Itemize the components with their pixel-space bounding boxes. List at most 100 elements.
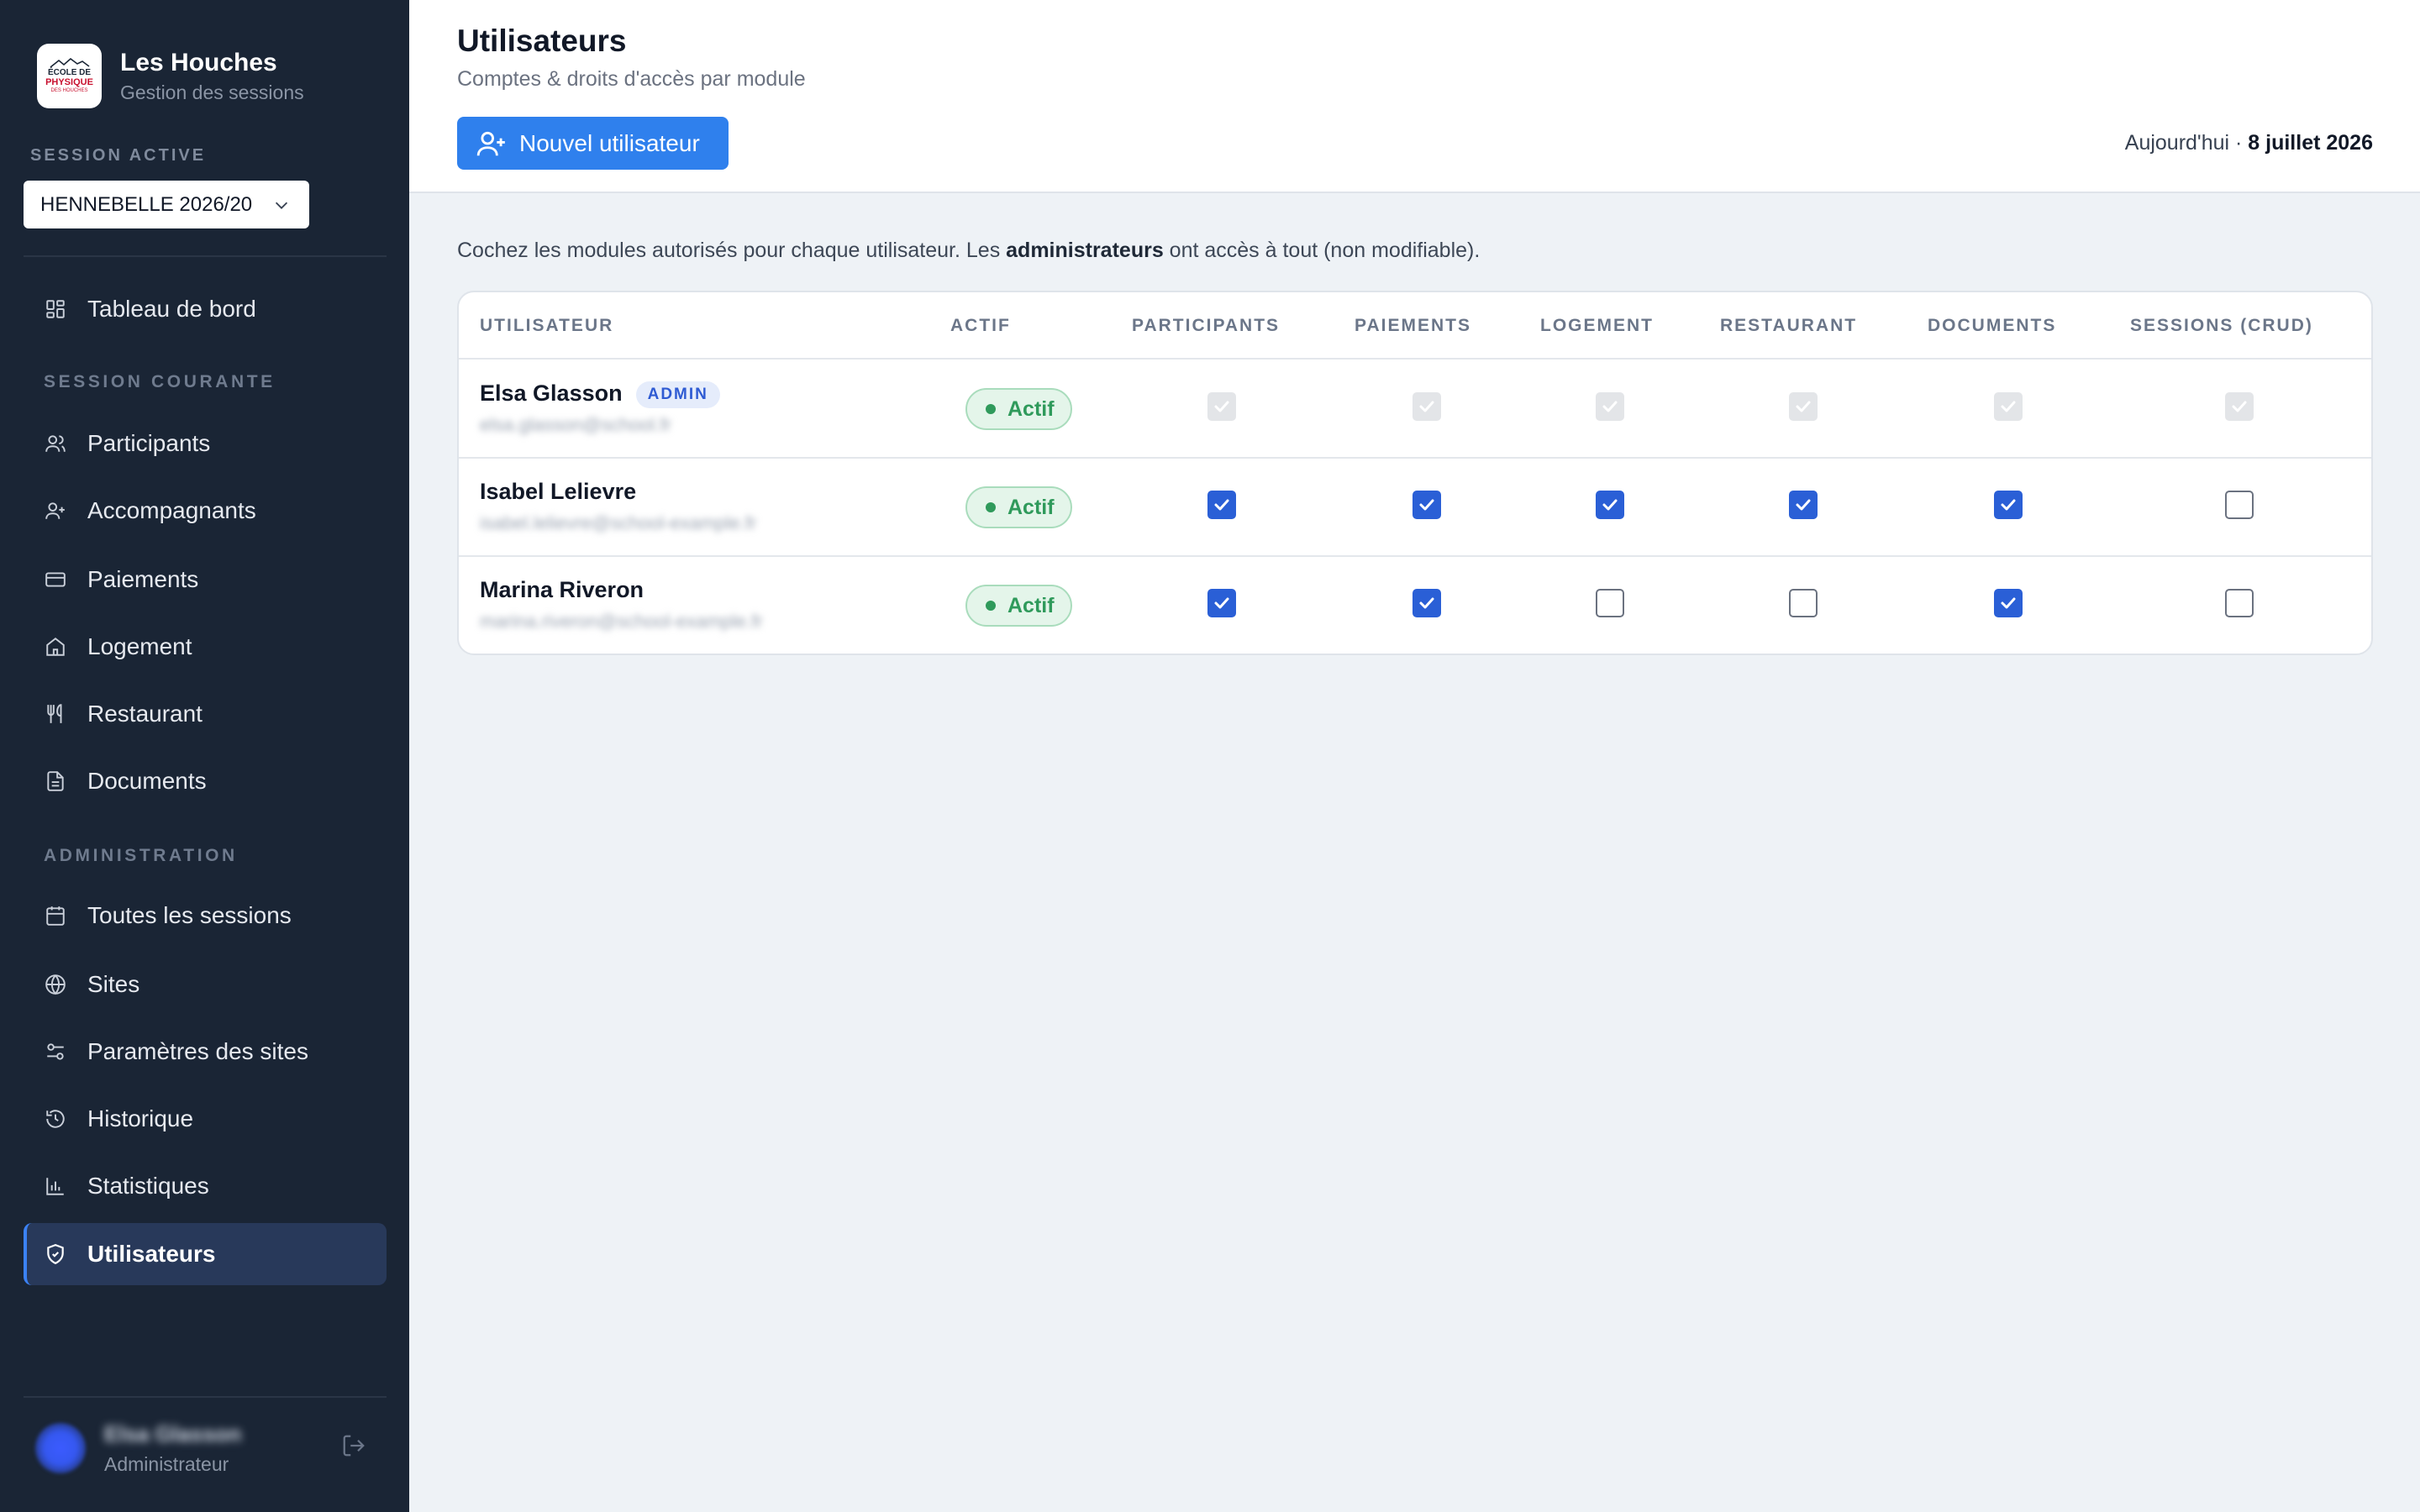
intro-text: Cochez les modules autorisés pour chaque… bbox=[457, 239, 1480, 263]
col-sessions-crud: SESSIONS (CRUD) bbox=[2130, 316, 2313, 335]
checkbox-restaurant[interactable] bbox=[1789, 589, 1818, 617]
nav-stats[interactable]: Statistiques bbox=[24, 1155, 387, 1217]
user-email: marina.riveron@school-example.fr bbox=[480, 611, 763, 632]
status-badge[interactable]: Actif bbox=[965, 585, 1072, 627]
logo-line-3: DES HOUCHES bbox=[50, 88, 88, 93]
checkbox-logement[interactable] bbox=[1596, 491, 1624, 519]
checkbox-paiements[interactable] bbox=[1413, 589, 1441, 617]
brand-title: Les Houches bbox=[120, 49, 277, 76]
checkbox-documents bbox=[1994, 392, 2023, 421]
nav-users[interactable]: Utilisateurs bbox=[24, 1223, 387, 1285]
col-documents: DOCUMENTS bbox=[1928, 316, 2057, 335]
sliders-icon bbox=[44, 1040, 67, 1063]
nav-paiements[interactable]: Paiements bbox=[24, 549, 387, 611]
brand-subtitle: Gestion des sessions bbox=[120, 81, 304, 103]
status-dot bbox=[986, 404, 996, 414]
table-row: Isabel Lelievre isabel.lelievre@school-ex… bbox=[459, 459, 2371, 557]
checkbox-sessions[interactable] bbox=[2225, 589, 2254, 617]
mountain-logo-icon bbox=[50, 58, 89, 68]
status-dot bbox=[986, 502, 996, 512]
nav-site-params[interactable]: Paramètres des sites bbox=[24, 1021, 387, 1083]
checkbox-restaurant bbox=[1789, 392, 1818, 421]
intro-text-2: ont accès à tout (non modifiable). bbox=[1163, 239, 1481, 262]
nav-sites-label: Sites bbox=[87, 971, 140, 997]
logo-line-1: ÉCOLE DE bbox=[47, 68, 92, 77]
nav-participants-label: Participants bbox=[87, 430, 211, 456]
users-icon bbox=[44, 432, 67, 455]
user-name: Isabel Lelievre bbox=[480, 479, 636, 505]
col-participants: PARTICIPANTS bbox=[1132, 316, 1281, 335]
checkbox-sessions bbox=[2225, 392, 2254, 421]
current-user-role: Administrateur bbox=[104, 1453, 229, 1475]
checkbox-participants bbox=[1207, 392, 1236, 421]
nav-documents[interactable]: Documents bbox=[24, 750, 387, 812]
globe-icon bbox=[44, 973, 67, 996]
user-plus-icon bbox=[476, 128, 508, 160]
checkbox-logement[interactable] bbox=[1596, 589, 1624, 617]
user-name-text: Elsa Glasson bbox=[480, 381, 623, 406]
nav-sessions[interactable]: Toutes les sessions bbox=[24, 885, 387, 947]
nav-history-label: Historique bbox=[87, 1105, 194, 1131]
nav-accompagnants[interactable]: Accompagnants bbox=[24, 480, 387, 542]
session-select[interactable]: HENNEBELLE 2026/20 bbox=[24, 181, 309, 228]
sidebar: ÉCOLE DE PHYSIQUE DES HOUCHES Les Houche… bbox=[0, 0, 409, 1512]
checkbox-paiements bbox=[1413, 392, 1441, 421]
table-row: Elsa Glasson ADMIN elsa.glasson@school.fr A… bbox=[459, 360, 2371, 459]
current-user-name: Elsa Glasson bbox=[104, 1421, 242, 1446]
grid-icon bbox=[44, 297, 67, 321]
avatar bbox=[35, 1423, 86, 1473]
session-select-value: HENNEBELLE 2026/20 bbox=[40, 192, 253, 216]
status-label: Actif bbox=[1007, 593, 1055, 617]
user-name-text: Isabel Lelievre bbox=[480, 479, 637, 504]
nav-sessions-label: Toutes les sessions bbox=[87, 902, 292, 928]
checkbox-participants[interactable] bbox=[1207, 589, 1236, 617]
status-label: Actif bbox=[1007, 396, 1055, 421]
page-header: Utilisateurs Comptes & droits d'accès pa… bbox=[409, 0, 2420, 193]
session-active-label: SESSION ACTIVE bbox=[30, 146, 207, 165]
checkbox-documents[interactable] bbox=[1994, 589, 2023, 617]
today-date: Aujourd'hui · 8 juillet 2026 bbox=[2125, 131, 2373, 155]
col-restaurant: RESTAURANT bbox=[1720, 316, 1858, 335]
intro-text-1: Cochez les modules autorisés pour chaque… bbox=[457, 239, 1007, 262]
nav-users-label: Utilisateurs bbox=[87, 1241, 216, 1267]
user-name: Marina Riveron bbox=[480, 577, 644, 603]
nav-sites[interactable]: Sites bbox=[24, 953, 387, 1016]
nav-logement[interactable]: Logement bbox=[24, 616, 387, 678]
today-date-value: 8 juillet 2026 bbox=[2248, 131, 2373, 155]
nav-history[interactable]: Historique bbox=[24, 1088, 387, 1150]
new-user-button[interactable]: Nouvel utilisateur bbox=[457, 117, 729, 170]
credit-card-icon bbox=[44, 568, 67, 591]
table-row: Marina Riveron marina.riveron@school-exam… bbox=[459, 557, 2371, 654]
checkbox-sessions[interactable] bbox=[2225, 491, 2254, 519]
checkbox-documents[interactable] bbox=[1994, 491, 2023, 519]
checkbox-participants[interactable] bbox=[1207, 491, 1236, 519]
status-label: Actif bbox=[1007, 495, 1055, 519]
user-email: isabel.lelievre@school-example.fr bbox=[480, 512, 757, 533]
checkbox-paiements[interactable] bbox=[1413, 491, 1441, 519]
checkbox-logement bbox=[1596, 392, 1624, 421]
section-current-session: SESSION COURANTE bbox=[44, 372, 276, 391]
status-badge[interactable]: Actif bbox=[965, 486, 1072, 528]
status-badge[interactable]: Actif bbox=[965, 388, 1072, 430]
nav-participants[interactable]: Participants bbox=[24, 412, 387, 475]
logo-line-2: PHYSIQUE bbox=[45, 77, 93, 87]
shield-check-icon bbox=[44, 1242, 67, 1266]
col-logement: LOGEMENT bbox=[1540, 316, 1654, 335]
logout-icon[interactable] bbox=[341, 1433, 366, 1462]
bar-chart-icon bbox=[44, 1174, 67, 1198]
nav-site-params-label: Paramètres des sites bbox=[87, 1038, 308, 1064]
user-plus-icon bbox=[44, 499, 67, 522]
nav-documents-label: Documents bbox=[87, 768, 207, 794]
file-text-icon bbox=[44, 769, 67, 793]
col-utilisateur: UTILISATEUR bbox=[480, 316, 614, 335]
user-email: elsa.glasson@school.fr bbox=[480, 414, 671, 435]
table-header: UTILISATEUR ACTIF PARTICIPANTS PAIEMENTS… bbox=[459, 292, 2371, 360]
nav-restaurant-label: Restaurant bbox=[87, 701, 203, 727]
intro-bold: administrateurs bbox=[1006, 239, 1164, 262]
nav-accompagnants-label: Accompagnants bbox=[87, 497, 256, 523]
checkbox-restaurant[interactable] bbox=[1789, 491, 1818, 519]
nav-dashboard[interactable]: Tableau de bord bbox=[24, 278, 387, 340]
nav-restaurant[interactable]: Restaurant bbox=[24, 683, 387, 745]
current-user: Elsa Glasson Administrateur bbox=[24, 1396, 387, 1488]
home-icon bbox=[44, 635, 67, 659]
